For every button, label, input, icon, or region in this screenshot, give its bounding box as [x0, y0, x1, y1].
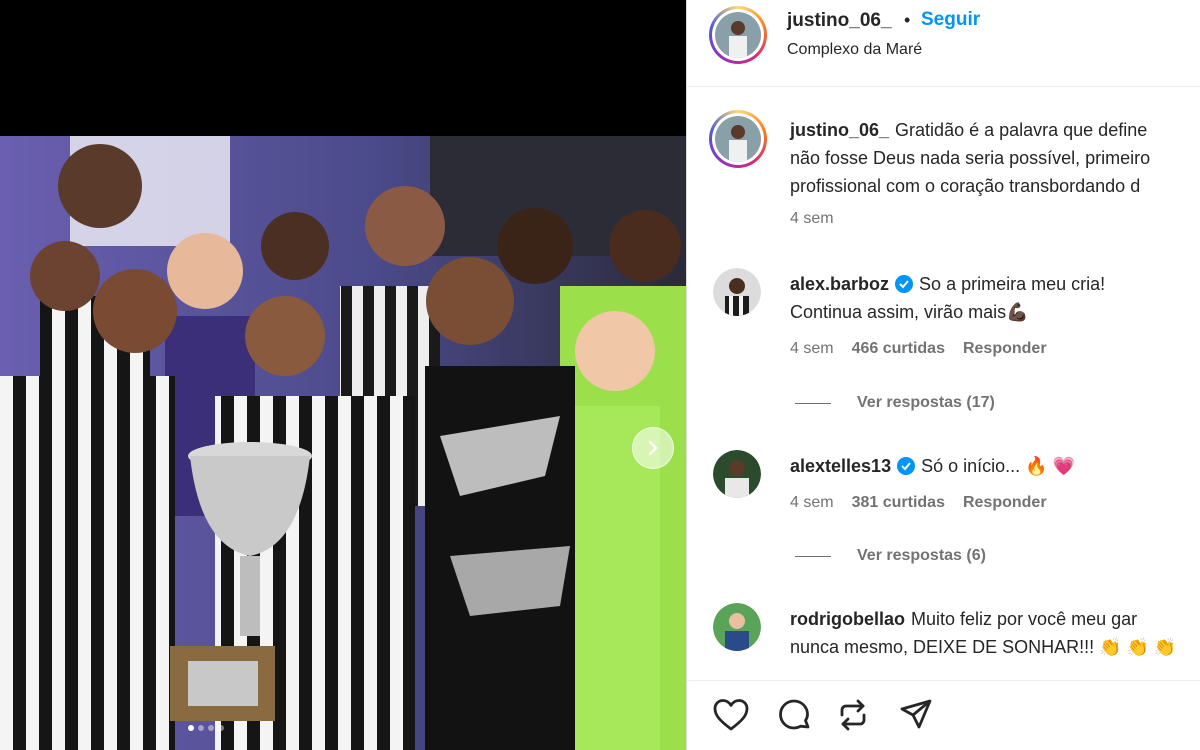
- comment-line: Continua assim, virão mais💪🏿: [790, 302, 1029, 322]
- carousel-dot: [198, 725, 204, 731]
- caption-avatar[interactable]: [709, 110, 767, 168]
- carousel-indicator: [188, 725, 224, 731]
- post-photo[interactable]: [0, 136, 686, 750]
- author-username[interactable]: justino_06_: [787, 10, 892, 32]
- view-replies-button[interactable]: Ver respostas (17): [795, 394, 995, 412]
- carousel-dot: [188, 725, 194, 731]
- reply-button[interactable]: Responder: [963, 494, 1047, 511]
- share-icon: [900, 699, 932, 729]
- caption-line: profissional com o coração transbordando…: [790, 176, 1141, 196]
- post-panel: justino_06_ • Seguir Complexo da Maré ju…: [686, 0, 1200, 750]
- comment-button[interactable]: [774, 695, 814, 735]
- reply-button[interactable]: Responder: [963, 340, 1047, 357]
- commenter-avatar[interactable]: [713, 450, 761, 498]
- caption-line: justino_06_ Gratidão é a palavra que defi…: [790, 120, 1148, 140]
- caption-line: não fosse Deus nada seria possível, prim…: [790, 148, 1151, 168]
- view-replies-button[interactable]: Ver respostas (6): [795, 547, 986, 565]
- comment-line: nunca mesmo, DEIXE DE SONHAR!!! 👏 👏 👏: [790, 637, 1177, 657]
- comment-time[interactable]: 4 sem: [790, 340, 834, 357]
- comment-line: rodrigobellao Muito feliz por você meu ga…: [790, 609, 1138, 629]
- comment-username[interactable]: alex.barboz: [790, 274, 889, 294]
- avatar-image: [715, 12, 761, 58]
- caption-time[interactable]: 4 sem: [790, 210, 834, 227]
- commenter-avatar[interactable]: [713, 603, 761, 651]
- verified-badge-icon: [897, 457, 916, 475]
- caption-meta: 4 sem: [790, 210, 852, 228]
- header-separator: •: [904, 10, 911, 30]
- comment-likes[interactable]: 381 curtidas: [852, 494, 945, 511]
- post-header: justino_06_ • Seguir Complexo da Maré: [687, 0, 1200, 87]
- comment-icon: [779, 699, 810, 730]
- comment-likes[interactable]: 466 curtidas: [852, 340, 945, 357]
- post-media: [0, 0, 686, 750]
- comment-line: alex.barboz So a primeira meu cria!: [790, 274, 1106, 294]
- share-button[interactable]: [896, 695, 936, 735]
- heart-icon: [713, 699, 749, 731]
- comment-meta: 4 sem 381 curtidas Responder: [790, 494, 1065, 512]
- verified-badge-icon: [895, 275, 914, 293]
- carousel-dot: [218, 725, 224, 731]
- comment-line: alextelles13 Só o início... 🔥 💗: [790, 456, 1075, 476]
- carousel-next-button[interactable]: [632, 427, 674, 469]
- chevron-right-icon: [648, 440, 658, 456]
- caption-username[interactable]: justino_06_: [790, 120, 889, 140]
- comment-username[interactable]: rodrigobellao: [790, 609, 905, 629]
- comment-meta: 4 sem 466 curtidas Responder: [790, 340, 1065, 358]
- avatar-image: [715, 116, 761, 162]
- comment-time[interactable]: 4 sem: [790, 494, 834, 511]
- carousel-dot: [208, 725, 214, 731]
- author-avatar[interactable]: [709, 6, 767, 64]
- repost-icon: [840, 699, 866, 731]
- repost-button[interactable]: [833, 695, 873, 735]
- comment-username[interactable]: alextelles13: [790, 456, 891, 476]
- action-bar: [687, 680, 1200, 750]
- commenter-avatar[interactable]: [713, 268, 761, 316]
- like-button[interactable]: [711, 695, 751, 735]
- follow-button[interactable]: Seguir: [921, 9, 980, 31]
- post-location[interactable]: Complexo da Maré: [787, 41, 922, 59]
